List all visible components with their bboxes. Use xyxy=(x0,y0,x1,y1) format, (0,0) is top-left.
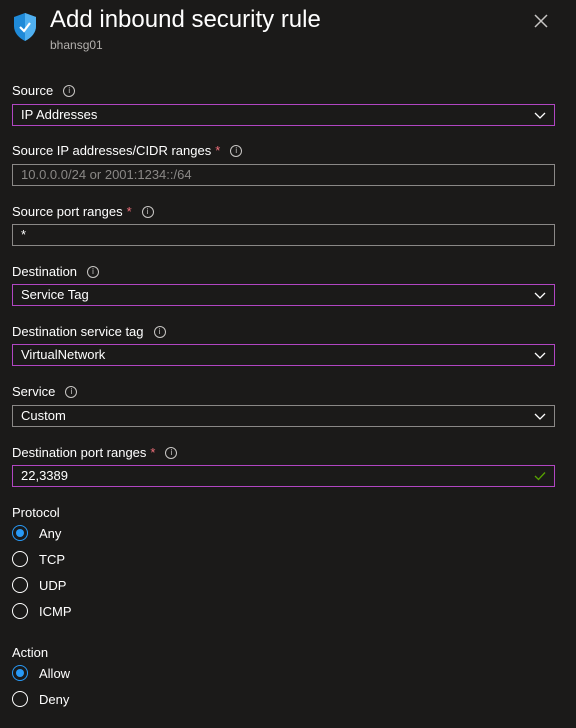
action-option-allow[interactable]: Allow xyxy=(12,665,70,681)
dest-service-tag-label: Destination service tag i xyxy=(12,324,166,339)
radio-selected-icon xyxy=(12,525,28,541)
chevron-down-icon xyxy=(534,292,546,299)
source-ip-label: Source IP addresses/CIDR ranges * i xyxy=(12,143,243,158)
service-label: Service i xyxy=(12,384,78,399)
action-label: Action xyxy=(12,645,49,660)
chevron-down-icon xyxy=(534,112,546,119)
info-icon[interactable]: i xyxy=(230,144,243,157)
protocol-option-tcp[interactable]: TCP xyxy=(12,551,65,567)
radio-unselected-icon xyxy=(12,551,28,567)
radio-unselected-icon xyxy=(12,691,28,707)
source-ip-placeholder: 10.0.0.0/24 or 2001:1234::/64 xyxy=(21,167,192,182)
dest-port-input[interactable]: 22,3389 xyxy=(12,465,555,487)
action-option-deny[interactable]: Deny xyxy=(12,691,69,707)
checkmark-icon xyxy=(534,472,546,481)
protocol-option-icmp[interactable]: ICMP xyxy=(12,603,72,619)
dest-service-tag-select[interactable]: VirtualNetwork xyxy=(12,344,555,366)
required-marker: * xyxy=(215,143,221,158)
dest-port-label: Destination port ranges * i xyxy=(12,445,178,460)
source-ip-input[interactable]: 10.0.0.0/24 or 2001:1234::/64 xyxy=(12,164,555,186)
info-icon[interactable]: i xyxy=(65,385,78,398)
service-select[interactable]: Custom xyxy=(12,405,555,427)
protocol-option-udp[interactable]: UDP xyxy=(12,577,66,593)
page-title: Add inbound security rule xyxy=(50,6,321,33)
panel-header: Add inbound security rule bhansg01 xyxy=(0,0,576,60)
info-icon[interactable]: i xyxy=(63,84,76,97)
chevron-down-icon xyxy=(534,352,546,359)
source-port-input[interactable]: * xyxy=(12,224,555,246)
source-select[interactable]: IP Addresses xyxy=(12,104,555,126)
protocol-option-any[interactable]: Any xyxy=(12,525,61,541)
required-marker: * xyxy=(150,445,156,460)
info-icon[interactable]: i xyxy=(165,446,178,459)
destination-select[interactable]: Service Tag xyxy=(12,284,555,306)
shield-icon xyxy=(14,13,36,41)
info-icon[interactable]: i xyxy=(87,265,100,278)
info-icon[interactable]: i xyxy=(153,325,166,338)
protocol-label: Protocol xyxy=(12,505,60,520)
info-icon[interactable]: i xyxy=(141,205,154,218)
source-label: Source i xyxy=(12,83,76,98)
radio-unselected-icon xyxy=(12,577,28,593)
radio-unselected-icon xyxy=(12,603,28,619)
required-marker: * xyxy=(126,204,132,219)
source-port-label: Source port ranges * i xyxy=(12,204,154,219)
destination-label: Destination i xyxy=(12,264,100,279)
resource-name: bhansg01 xyxy=(50,38,103,52)
radio-selected-icon xyxy=(12,665,28,681)
chevron-down-icon xyxy=(534,413,546,420)
close-icon[interactable] xyxy=(530,10,552,32)
